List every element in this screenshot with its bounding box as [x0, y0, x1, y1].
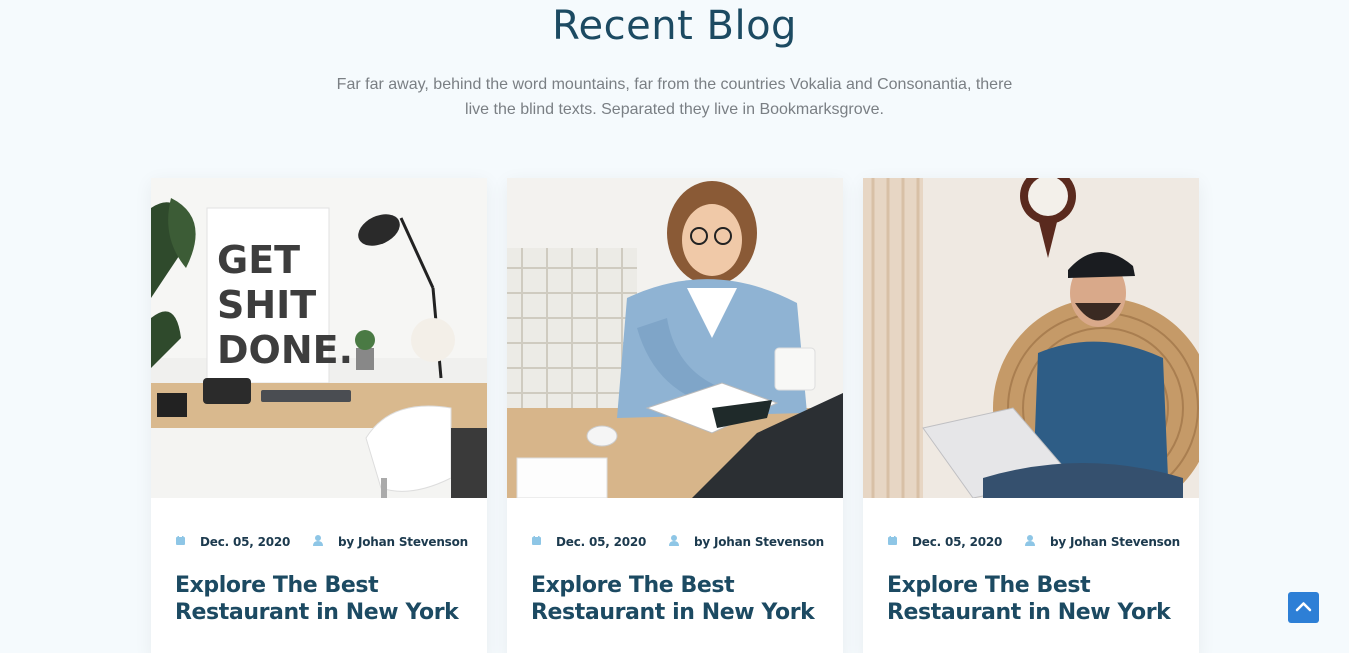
- post-title[interactable]: Explore The Best Restaurant in New York: [887, 572, 1187, 626]
- blog-card-meta: Dec. 05, 2020 by Johan Stevenson: [532, 535, 824, 555]
- poster-line-2: SHIT: [217, 283, 316, 327]
- poster-line-1: GET: [217, 238, 300, 282]
- blog-card-meta: Dec. 05, 2020 by Johan Stevenson: [176, 535, 468, 555]
- blog-card[interactable]: Dec. 05, 2020 by Johan Stevenson Explore…: [863, 178, 1199, 653]
- user-icon: [669, 535, 679, 546]
- blog-card[interactable]: GET SHIT DONE. Dec. 05, 2020 by Johan St…: [151, 178, 487, 653]
- section-title: Recent Blog: [552, 3, 797, 49]
- blog-card-image-desk[interactable]: GET SHIT DONE.: [151, 178, 487, 498]
- post-title[interactable]: Explore The Best Restaurant in New York: [175, 572, 475, 626]
- blog-card[interactable]: Dec. 05, 2020 by Johan Stevenson Explore…: [507, 178, 843, 653]
- desk-workspace-photo: GET SHIT DONE.: [151, 178, 487, 498]
- user-icon: [1025, 535, 1035, 546]
- user-icon: [313, 535, 323, 546]
- man-with-laptop-photo: [863, 178, 1199, 498]
- calendar-icon: [532, 536, 541, 545]
- post-date[interactable]: Dec. 05, 2020: [556, 535, 646, 549]
- woman-writing-notebook-photo: [507, 178, 843, 498]
- post-author[interactable]: by Johan Stevenson: [1050, 535, 1180, 549]
- blog-card-image-laptop[interactable]: [863, 178, 1199, 498]
- blog-card-image-writing[interactable]: [507, 178, 843, 498]
- post-date[interactable]: Dec. 05, 2020: [912, 535, 1002, 549]
- post-author[interactable]: by Johan Stevenson: [694, 535, 824, 549]
- poster-line-3: DONE.: [217, 328, 353, 372]
- chevron-up-icon: [1295, 602, 1312, 612]
- section-subtitle: Far far away, behind the word mountains,…: [336, 76, 1013, 118]
- calendar-icon: [176, 536, 185, 545]
- post-title[interactable]: Explore The Best Restaurant in New York: [531, 572, 831, 626]
- scroll-to-top-button[interactable]: [1288, 592, 1319, 623]
- post-date[interactable]: Dec. 05, 2020: [200, 535, 290, 549]
- post-author[interactable]: by Johan Stevenson: [338, 535, 468, 549]
- recent-blog-section: Recent Blog Far far away, behind the wor…: [0, 0, 1349, 653]
- calendar-icon: [888, 536, 897, 545]
- blog-card-meta: Dec. 05, 2020 by Johan Stevenson: [888, 535, 1180, 555]
- blog-card-list: GET SHIT DONE. Dec. 05, 2020 by Johan St…: [151, 178, 1199, 653]
